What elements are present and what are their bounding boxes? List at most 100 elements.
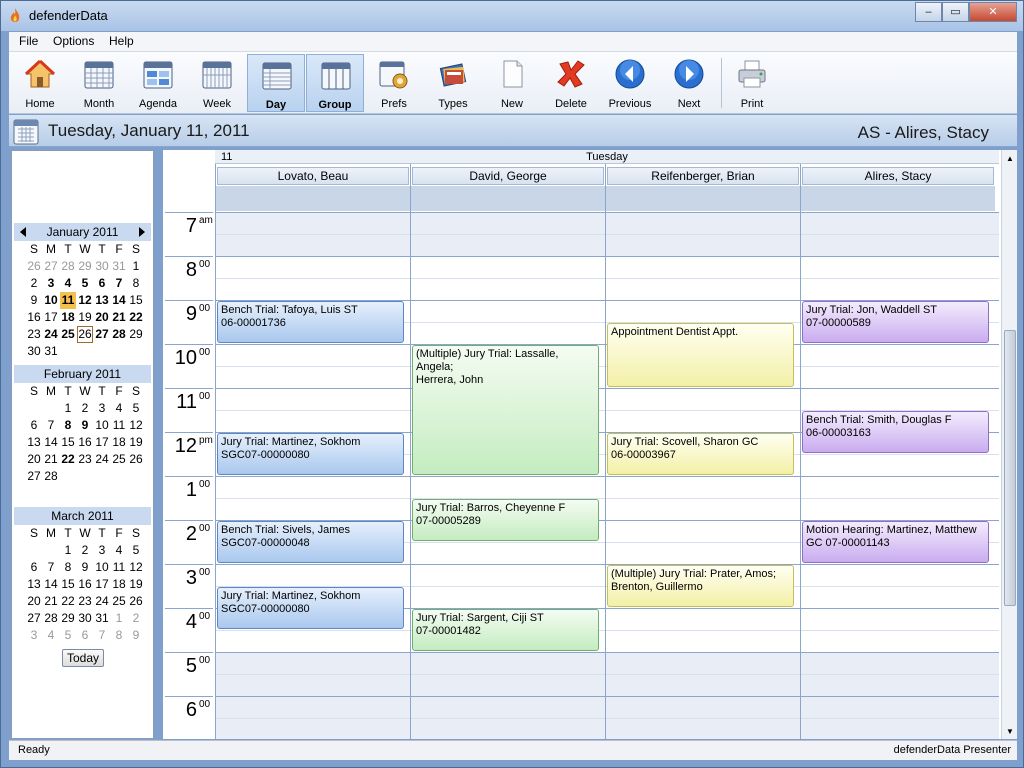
calendar-day[interactable]: 3 (26, 627, 42, 644)
toolbar-prefs-button[interactable]: Prefs (365, 54, 423, 112)
calendar-day[interactable]: 16 (77, 576, 93, 593)
toolbar-month-button[interactable]: Month (70, 54, 128, 112)
calendar-day[interactable]: 25 (111, 451, 127, 468)
calendar-day[interactable]: 13 (26, 576, 42, 593)
calendar-day[interactable]: 22 (60, 451, 76, 468)
toolbar-delete-button[interactable]: Delete (542, 54, 600, 112)
appointment[interactable]: Jury Trial: Barros, Cheyenne F 07-0000528… (412, 499, 599, 541)
toolbar-previous-button[interactable]: Previous (601, 54, 659, 112)
menu-help[interactable]: Help (109, 34, 134, 48)
calendar-day[interactable]: 17 (94, 576, 110, 593)
calendar-day[interactable]: 24 (94, 593, 110, 610)
calendar-day[interactable]: 8 (128, 275, 144, 292)
appointment[interactable]: (Multiple) Jury Trial: Lassalle, Angela;… (412, 345, 599, 475)
all-day-area[interactable] (216, 186, 410, 211)
toolbar-types-button[interactable]: Types (424, 54, 482, 112)
prev-month-arrow-icon[interactable] (20, 227, 26, 237)
scroll-down-arrow-icon[interactable]: ▼ (1006, 727, 1014, 736)
calendar-day[interactable]: 27 (94, 326, 110, 343)
calendar-day[interactable]: 31 (111, 258, 127, 275)
calendar-day[interactable]: 10 (43, 292, 59, 309)
calendar-day[interactable]: 27 (43, 258, 59, 275)
all-day-area[interactable] (801, 186, 995, 211)
calendar-day[interactable]: 2 (77, 542, 93, 559)
appointment[interactable]: Jury Trial: Martinez, Sokhom SGC07-000000… (217, 587, 404, 629)
calendar-day[interactable]: 18 (111, 576, 127, 593)
vertical-scrollbar[interactable]: ▲ ▼ (1001, 150, 1017, 739)
calendar-day[interactable]: 12 (128, 417, 144, 434)
calendar-day[interactable]: 15 (128, 292, 144, 309)
calendar-day[interactable]: 23 (77, 593, 93, 610)
calendar-day[interactable]: 4 (111, 542, 127, 559)
calendar-day[interactable]: 23 (77, 451, 93, 468)
calendar-day[interactable]: 8 (60, 559, 76, 576)
calendar-day[interactable]: 25 (111, 593, 127, 610)
calendar-day[interactable]: 9 (26, 292, 42, 309)
calendar-day[interactable]: 6 (26, 417, 42, 434)
calendar-day[interactable]: 5 (128, 400, 144, 417)
calendar-day[interactable]: 29 (60, 610, 76, 627)
calendar-day[interactable]: 26 (77, 326, 93, 343)
calendar-day[interactable]: 27 (26, 468, 42, 485)
calendar-day[interactable]: 8 (60, 417, 76, 434)
calendar-day[interactable]: 19 (77, 309, 93, 326)
calendar-day[interactable]: 16 (26, 309, 42, 326)
minimize-button[interactable]: – (915, 2, 942, 22)
toolbar-day-button[interactable]: Day (247, 54, 305, 112)
maximize-button[interactable]: ▭ (942, 2, 969, 22)
calendar-day[interactable]: 22 (128, 309, 144, 326)
calendar-day[interactable]: 30 (77, 610, 93, 627)
calendar-day[interactable]: 6 (26, 559, 42, 576)
calendar-day[interactable]: 11 (60, 292, 76, 309)
calendar-day[interactable]: 29 (128, 326, 144, 343)
calendar-day[interactable]: 7 (43, 417, 59, 434)
calendar-day[interactable]: 1 (128, 258, 144, 275)
calendar-day[interactable]: 7 (94, 627, 110, 644)
menu-file[interactable]: File (19, 34, 38, 48)
calendar-day[interactable]: 19 (128, 434, 144, 451)
close-button[interactable]: ✕ (969, 2, 1017, 22)
calendar-day[interactable]: 24 (94, 451, 110, 468)
calendar-day[interactable]: 2 (26, 275, 42, 292)
calendar-day[interactable]: 20 (26, 451, 42, 468)
calendar-day[interactable]: 18 (111, 434, 127, 451)
calendar-day[interactable]: 18 (60, 309, 76, 326)
appointment[interactable]: Jury Trial: Martinez, Sokhom SGC07-000000… (217, 433, 404, 475)
calendar-day[interactable]: 10 (94, 559, 110, 576)
calendar-day[interactable]: 16 (77, 434, 93, 451)
calendar-day[interactable]: 17 (43, 309, 59, 326)
calendar-day[interactable]: 28 (43, 468, 59, 485)
calendar-day[interactable]: 12 (77, 292, 93, 309)
calendar-day[interactable]: 5 (60, 627, 76, 644)
calendar-day[interactable]: 28 (111, 326, 127, 343)
calendar-day[interactable]: 20 (94, 309, 110, 326)
calendar-day[interactable]: 14 (43, 434, 59, 451)
appointment[interactable]: Jury Trial: Scovell, Sharon GC 06-0000396… (607, 433, 794, 475)
calendar-day[interactable]: 9 (128, 627, 144, 644)
calendar-day[interactable]: 5 (77, 275, 93, 292)
calendar-day[interactable]: 20 (26, 593, 42, 610)
calendar-day[interactable]: 8 (111, 627, 127, 644)
calendar-day[interactable]: 3 (94, 542, 110, 559)
calendar-day[interactable]: 28 (43, 610, 59, 627)
toolbar-new-button[interactable]: New (483, 54, 541, 112)
calendar-day[interactable]: 12 (128, 559, 144, 576)
appointment[interactable]: Bench Trial: Tafoya, Luis ST 06-00001736 (217, 301, 404, 343)
calendar-day[interactable]: 22 (60, 593, 76, 610)
calendar-day[interactable]: 1 (60, 542, 76, 559)
appointment[interactable]: Bench Trial: Smith, Douglas F 06-00003163 (802, 411, 989, 453)
calendar-day[interactable]: 11 (111, 417, 127, 434)
calendar-day[interactable]: 7 (43, 559, 59, 576)
calendar-day[interactable]: 17 (94, 434, 110, 451)
toolbar-next-button[interactable]: Next (660, 54, 718, 112)
resource-column-header[interactable]: Reifenberger, Brian (607, 167, 799, 185)
calendar-day[interactable]: 26 (26, 258, 42, 275)
calendar-day[interactable]: 4 (43, 627, 59, 644)
appointment[interactable]: Appointment Dentist Appt. (607, 323, 794, 387)
calendar-day[interactable]: 29 (77, 258, 93, 275)
toolbar-group-button[interactable]: Group (306, 54, 364, 112)
calendar-day[interactable]: 2 (128, 610, 144, 627)
calendar-day[interactable]: 24 (43, 326, 59, 343)
calendar-day[interactable]: 1 (111, 610, 127, 627)
calendar-day[interactable]: 31 (94, 610, 110, 627)
